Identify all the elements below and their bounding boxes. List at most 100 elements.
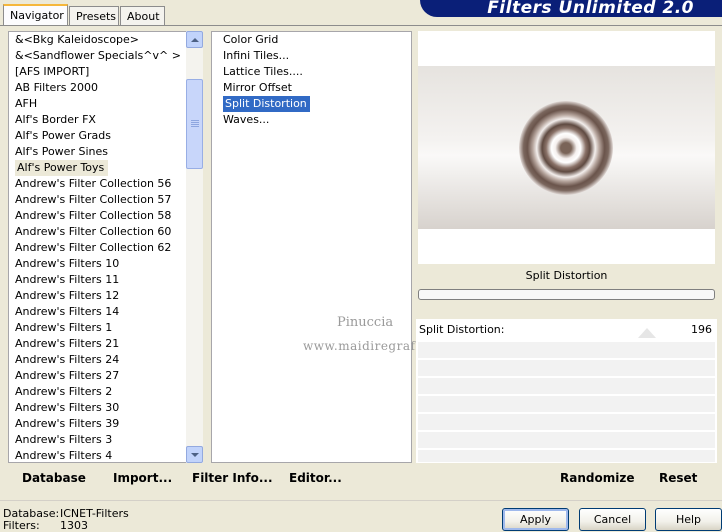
grip-line bbox=[191, 122, 199, 123]
filter-list[interactable]: Color Grid Infini Tiles... Lattice Tiles..… bbox=[211, 31, 412, 463]
category-item-label: Andrew's Filters 1 bbox=[15, 321, 113, 334]
filter-item-label: Color Grid bbox=[223, 33, 279, 46]
filter-item-label: Infini Tiles... bbox=[223, 49, 290, 62]
category-item[interactable]: Alf's Border FX bbox=[13, 112, 186, 128]
category-item[interactable]: AFH bbox=[13, 96, 186, 112]
category-item[interactable]: Andrew's Filters 21 bbox=[13, 336, 186, 352]
filter-title-label: Split Distortion bbox=[418, 265, 715, 287]
parameter-row-empty bbox=[418, 342, 715, 358]
category-item[interactable]: Andrew's Filters 14 bbox=[13, 304, 186, 320]
preview-top-margin bbox=[418, 31, 715, 66]
scroll-up-button[interactable] bbox=[186, 31, 203, 48]
category-item[interactable]: Andrew's Filter Collection 56 bbox=[13, 176, 186, 192]
category-item-label: Alf's Power Toys bbox=[15, 160, 109, 176]
parameter-row-empty bbox=[418, 396, 715, 412]
category-item[interactable]: Alf's Power Sines bbox=[13, 144, 186, 160]
category-item[interactable]: [AFS IMPORT] bbox=[13, 64, 186, 80]
category-item[interactable]: Andrew's Filters 11 bbox=[13, 272, 186, 288]
parameter-row-empty bbox=[418, 450, 715, 462]
category-item-label: Andrew's Filter Collection 62 bbox=[15, 241, 172, 254]
grip-line bbox=[191, 120, 199, 121]
reset-button[interactable]: Reset bbox=[659, 471, 697, 485]
cancel-button[interactable]: Cancel bbox=[579, 508, 646, 531]
grip-line bbox=[191, 124, 199, 125]
category-item[interactable]: Andrew's Filters 27 bbox=[13, 368, 186, 384]
category-item-label: Andrew's Filters 39 bbox=[15, 417, 120, 430]
category-item-label: Andrew's Filters 4 bbox=[15, 449, 113, 462]
parameter-name: Split Distortion: bbox=[419, 323, 505, 336]
category-item[interactable]: &<Sandflower Specials^v^ > bbox=[13, 48, 186, 64]
database-button[interactable]: Database bbox=[22, 471, 86, 485]
category-item-label: &<Bkg Kaleidoscope> bbox=[15, 33, 140, 46]
category-item-label: Andrew's Filters 12 bbox=[15, 289, 120, 302]
grip-line bbox=[191, 126, 199, 127]
category-item[interactable]: Andrew's Filter Collection 58 bbox=[13, 208, 186, 224]
filter-info-button[interactable]: Filter Info... bbox=[192, 471, 273, 485]
category-item-label: Andrew's Filters 24 bbox=[15, 353, 120, 366]
category-item-label: Andrew's Filters 27 bbox=[15, 369, 120, 382]
tab-about[interactable]: About bbox=[120, 6, 165, 25]
category-item-label: Andrew's Filter Collection 58 bbox=[15, 209, 172, 222]
parameter-value: 196 bbox=[691, 323, 712, 336]
category-item-label: Andrew's Filters 14 bbox=[15, 305, 120, 318]
category-item-label: Andrew's Filters 21 bbox=[15, 337, 120, 350]
category-item[interactable]: Alf's Power Grads bbox=[13, 128, 186, 144]
apply-button[interactable]: Apply bbox=[502, 508, 569, 531]
chevron-down-icon bbox=[191, 453, 199, 457]
category-item[interactable]: Andrew's Filter Collection 60 bbox=[13, 224, 186, 240]
editor-button[interactable]: Editor... bbox=[289, 471, 342, 485]
filter-item-label: Mirror Offset bbox=[223, 81, 292, 94]
category-item-label: Andrew's Filters 3 bbox=[15, 433, 113, 446]
filter-item[interactable]: Color Grid bbox=[221, 32, 411, 48]
category-scrollbar[interactable] bbox=[186, 31, 203, 463]
category-item-label: Andrew's Filters 10 bbox=[15, 257, 120, 270]
parameter-row-empty bbox=[418, 432, 715, 448]
filter-item[interactable]: Lattice Tiles.... bbox=[221, 64, 411, 80]
category-item[interactable]: Andrew's Filter Collection 62 bbox=[13, 240, 186, 256]
filter-item[interactable]: Infini Tiles... bbox=[221, 48, 411, 64]
slider-marker-icon[interactable] bbox=[638, 328, 656, 338]
filter-item[interactable]: Split Distortion bbox=[221, 96, 411, 112]
category-item-label: Andrew's Filters 11 bbox=[15, 273, 120, 286]
category-item[interactable]: Andrew's Filters 24 bbox=[13, 352, 186, 368]
randomize-button[interactable]: Randomize bbox=[560, 471, 634, 485]
filter-item[interactable]: Waves... bbox=[221, 112, 411, 128]
filter-item-label: Lattice Tiles.... bbox=[223, 65, 303, 78]
category-item-label: Alf's Power Sines bbox=[15, 145, 108, 158]
filter-item[interactable]: Mirror Offset bbox=[221, 80, 411, 96]
preview-rings-image bbox=[519, 101, 613, 195]
category-item[interactable]: Andrew's Filters 4 bbox=[13, 448, 186, 462]
preview-bottom-margin bbox=[418, 229, 715, 264]
category-item[interactable]: Andrew's Filter Collection 57 bbox=[13, 192, 186, 208]
parameter-row-empty bbox=[418, 378, 715, 394]
category-item[interactable]: Andrew's Filters 10 bbox=[13, 256, 186, 272]
category-item-label: Andrew's Filters 30 bbox=[15, 401, 120, 414]
chevron-up-icon bbox=[191, 38, 199, 42]
parameter-row-empty bbox=[418, 414, 715, 430]
import-button[interactable]: Import... bbox=[113, 471, 172, 485]
category-item[interactable]: Andrew's Filters 2 bbox=[13, 384, 186, 400]
category-item[interactable]: AB Filters 2000 bbox=[13, 80, 186, 96]
tab-navigator[interactable]: Navigator bbox=[3, 4, 68, 26]
progress-bar bbox=[418, 289, 715, 300]
category-item[interactable]: Andrew's Filters 39 bbox=[13, 416, 186, 432]
filters-count-label: Filters: bbox=[3, 519, 40, 532]
category-item[interactable]: Andrew's Filters 1 bbox=[13, 320, 186, 336]
scroll-down-button[interactable] bbox=[186, 446, 203, 463]
category-item-label: Andrew's Filter Collection 56 bbox=[15, 177, 172, 190]
category-item[interactable]: Andrew's Filters 30 bbox=[13, 400, 186, 416]
tab-presets[interactable]: Presets bbox=[69, 6, 119, 25]
app-banner-title: Filters Unlimited 2.0 bbox=[420, 0, 722, 17]
help-button[interactable]: Help bbox=[655, 508, 722, 531]
category-item-label: Andrew's Filter Collection 60 bbox=[15, 225, 172, 238]
category-item[interactable]: &<Bkg Kaleidoscope> bbox=[13, 32, 186, 48]
parameter-row-split-distortion[interactable]: Split Distortion: 196 bbox=[418, 322, 715, 339]
category-item[interactable]: Andrew's Filters 3 bbox=[13, 432, 186, 448]
filters-count-value: 1303 bbox=[60, 519, 88, 532]
category-item[interactable]: Andrew's Filters 12 bbox=[13, 288, 186, 304]
category-item-label: AB Filters 2000 bbox=[15, 81, 99, 94]
scroll-thumb[interactable] bbox=[186, 79, 203, 169]
category-item-label: Andrew's Filter Collection 57 bbox=[15, 193, 172, 206]
category-item[interactable]: Alf's Power Toys bbox=[13, 160, 186, 176]
category-list[interactable]: &<Bkg Kaleidoscope> &<Sandflower Specials… bbox=[8, 31, 186, 463]
